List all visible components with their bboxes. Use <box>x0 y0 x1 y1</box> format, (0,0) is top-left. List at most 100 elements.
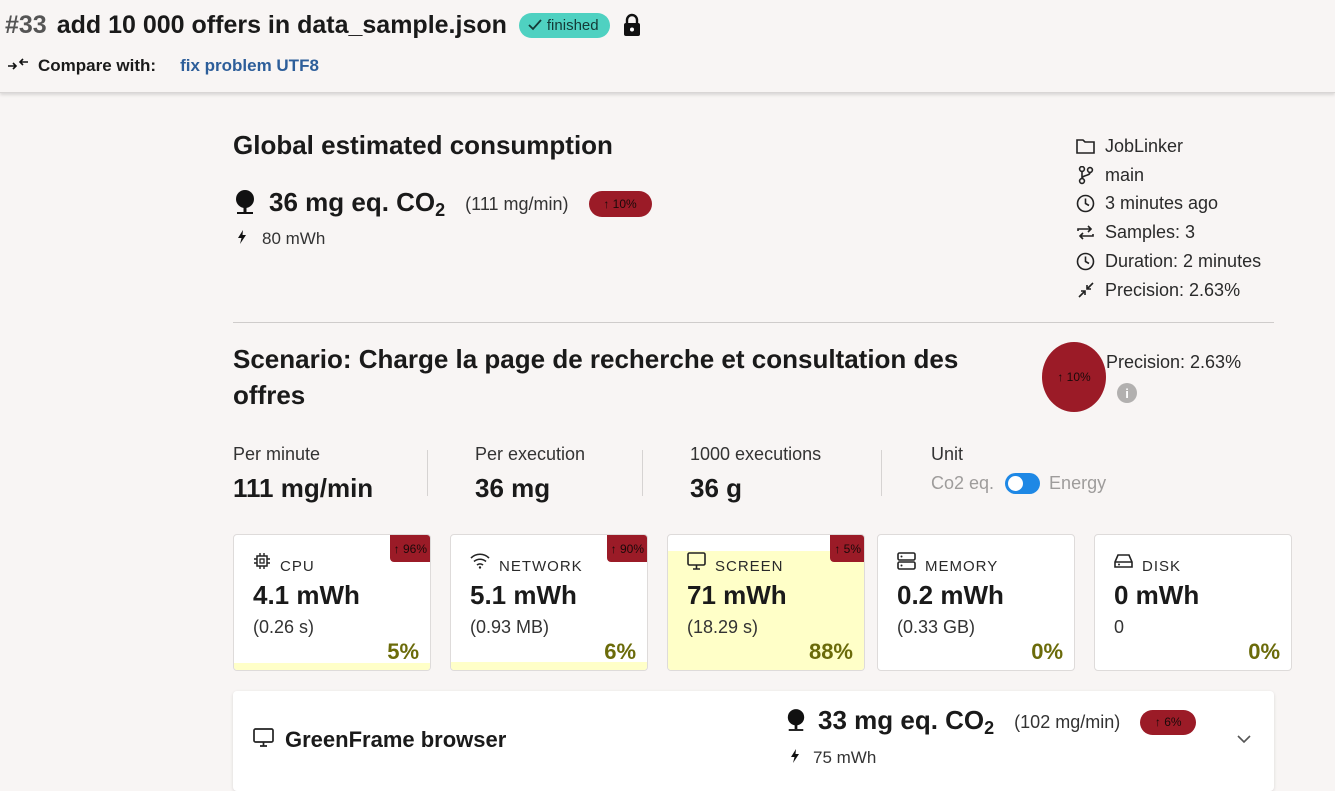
meta-branch-text: main <box>1105 164 1145 185</box>
stat-per-execution: Per execution 36 mg <box>475 444 585 504</box>
browser-co2-value: 33 mg eq. CO2 <box>818 705 994 739</box>
browser-co2-rate: (102 mg/min) <box>1014 711 1121 732</box>
compare-link[interactable]: fix problem UTF8 <box>180 56 319 76</box>
stat-divider <box>881 450 882 496</box>
card-trend-badge: ↑ 90% <box>606 535 647 562</box>
compare-row: Compare with: fix problem UTF8 <box>7 55 319 77</box>
stat-label: Per minute <box>233 444 321 464</box>
monitor-icon <box>253 727 274 753</box>
scenario-title: Scenario: Charge la page de recherche et… <box>233 344 959 410</box>
meta-branch: main <box>1075 161 1261 190</box>
card-value: 71 mWh <box>687 580 787 610</box>
meta-project-text: JobLinker <box>1105 135 1184 156</box>
check-icon <box>528 19 542 31</box>
lock-icon <box>622 13 642 37</box>
browser-co2-row: 33 mg eq. CO2 (102 mg/min) ↑ 6% <box>786 705 1197 739</box>
scenario-trend-badge: ↑ 10% <box>1042 342 1106 412</box>
card-header: NETWORK <box>470 550 583 575</box>
card-header: SCREEN <box>687 550 784 575</box>
run-meta-list: JobLinker main 3 minutes ago Samples: 3 … <box>1075 132 1261 305</box>
browser-energy: 75 mWh <box>813 748 877 767</box>
card-value: 5.1 mWh <box>470 580 577 610</box>
compress-icon <box>1075 281 1096 299</box>
bolt-icon <box>237 229 247 249</box>
meta-time-text: 3 minutes ago <box>1105 193 1219 214</box>
unit-toggle-row: Co2 eq. Energy <box>931 473 1106 494</box>
card-sub: (0.26 s) <box>253 617 315 637</box>
global-co2-subscript: 2 <box>435 200 446 220</box>
meta-precision: Precision: 2.63% <box>1075 276 1261 305</box>
global-energy: 80 mWh <box>262 229 326 248</box>
browser-accordion[interactable]: GreenFrame browser 33 mg eq. CO2 (102 mg… <box>233 691 1274 791</box>
card-label: MEMORY <box>925 558 999 575</box>
card-trend-badge: ↑ 96% <box>389 535 430 562</box>
tree-icon <box>234 189 256 220</box>
clock-icon <box>1075 252 1096 271</box>
card-header: MEMORY <box>897 550 998 575</box>
status-badge: finished <box>518 12 610 38</box>
card-trend-badge: ↑ 5% <box>830 535 864 562</box>
run-title: add 10 000 offers in data_sample.json <box>56 10 507 39</box>
stat-value: 36 mg <box>475 473 551 503</box>
stat-1000-executions: 1000 executions 36 g <box>690 444 821 504</box>
card-label: NETWORK <box>499 558 583 575</box>
unit-selector: Unit <box>931 444 963 466</box>
metric-card-network: ↑ 90% NETWORK 5.1 mWh (0.93 MB) 6% <box>450 534 648 671</box>
metric-card-memory: MEMORY 0.2 mWh (0.33 GB) 0% <box>877 534 1075 671</box>
section-divider <box>233 322 1274 323</box>
browser-label: GreenFrame browser <box>285 727 507 752</box>
card-label: CPU <box>280 558 315 575</box>
card-sub: 0 <box>1114 617 1125 637</box>
memory-icon <box>897 551 916 574</box>
global-co2-main: 36 mg eq. CO <box>269 187 436 217</box>
run-header: #33 add 10 000 offers in data_sample.jso… <box>0 0 1335 93</box>
card-value: 0.2 mWh <box>897 580 1004 610</box>
branch-icon <box>1075 165 1096 185</box>
stat-value: 36 g <box>690 473 743 503</box>
meta-duration: Duration: 2 minutes <box>1075 247 1261 276</box>
browser-trend-badge: ↑ 6% <box>1140 709 1197 735</box>
unit-label: Unit <box>931 444 964 464</box>
folder-icon <box>1075 138 1096 155</box>
unit-toggle[interactable] <box>1005 473 1041 494</box>
card-percent: 6% <box>604 639 636 664</box>
unit-energy-label: Energy <box>1049 473 1107 493</box>
metric-card-screen: ↑ 5% SCREEN 71 mWh (18.29 s) 88% <box>667 534 865 671</box>
status-text: finished <box>546 16 599 34</box>
global-energy-row: 80 mWh <box>237 229 325 249</box>
card-sub: (0.33 GB) <box>897 617 976 637</box>
clock-icon <box>1075 194 1096 213</box>
run-number: #33 <box>5 10 47 39</box>
metric-card-cpu: ↑ 96% CPU 4.1 mWh (0.26 s) 5% <box>233 534 431 671</box>
card-header: CPU <box>253 550 315 575</box>
info-icon[interactable]: i <box>1117 383 1137 403</box>
card-label: DISK <box>1142 558 1182 575</box>
meta-precision-text: Precision: 2.63% <box>1105 279 1241 300</box>
compare-arrows-icon <box>7 57 29 76</box>
disk-icon <box>1114 553 1133 573</box>
card-header: DISK <box>1114 550 1181 575</box>
stat-divider <box>427 450 428 496</box>
meta-time: 3 minutes ago <box>1075 190 1261 219</box>
unit-co2-label: Co2 eq. <box>931 473 995 493</box>
metric-card-disk: DISK 0 mWh 0 0% <box>1094 534 1292 671</box>
scenario-precision: Precision: 2.63% <box>1106 352 1242 372</box>
browser-co2-subscript: 2 <box>984 718 995 738</box>
meta-samples-text: Samples: 3 <box>1105 222 1196 243</box>
stat-value: 111 mg/min <box>233 473 374 503</box>
card-sub: (18.29 s) <box>687 617 759 637</box>
global-title: Global estimated consumption <box>233 130 613 160</box>
browser-label-row: GreenFrame browser <box>253 727 506 753</box>
cpu-icon <box>253 552 271 574</box>
run-title-row: #33 add 10 000 offers in data_sample.jso… <box>5 8 642 42</box>
card-value: 4.1 mWh <box>253 580 360 610</box>
stat-divider <box>642 450 643 496</box>
card-value: 0 mWh <box>1114 580 1200 610</box>
chevron-down-icon[interactable] <box>1237 731 1251 749</box>
global-trend-badge: ↑ 10% <box>588 191 652 217</box>
card-percent: 0% <box>1031 639 1063 664</box>
card-sub: (0.93 MB) <box>470 617 550 637</box>
browser-co2-main: 33 mg eq. CO <box>818 705 985 735</box>
meta-project: JobLinker <box>1075 132 1261 161</box>
card-percent: 0% <box>1248 639 1280 664</box>
